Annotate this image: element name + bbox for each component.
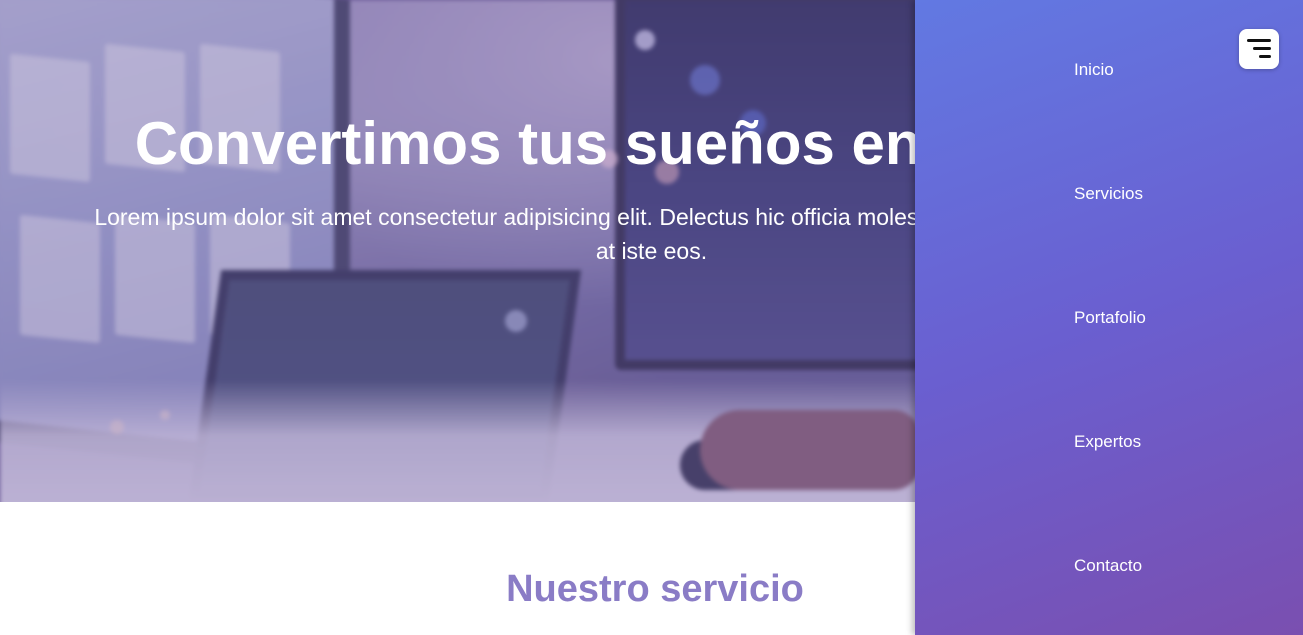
menu-icon [1247,39,1271,58]
page: Convertimos tus sueños en realidad Lorem… [0,0,1303,635]
nav-item-expertos[interactable]: Expertos [1074,431,1141,453]
nav-item-portafolio[interactable]: Portafolio [1074,307,1146,329]
menu-toggle-button[interactable] [1239,29,1279,69]
nav-item-servicios[interactable]: Servicios [1074,183,1143,205]
nav-item-inicio[interactable]: Inicio [1074,59,1114,81]
nav-item-contacto[interactable]: Contacto [1074,555,1142,577]
side-navigation-menu: Inicio Servicios Portafolio Expertos Con… [915,0,1303,635]
